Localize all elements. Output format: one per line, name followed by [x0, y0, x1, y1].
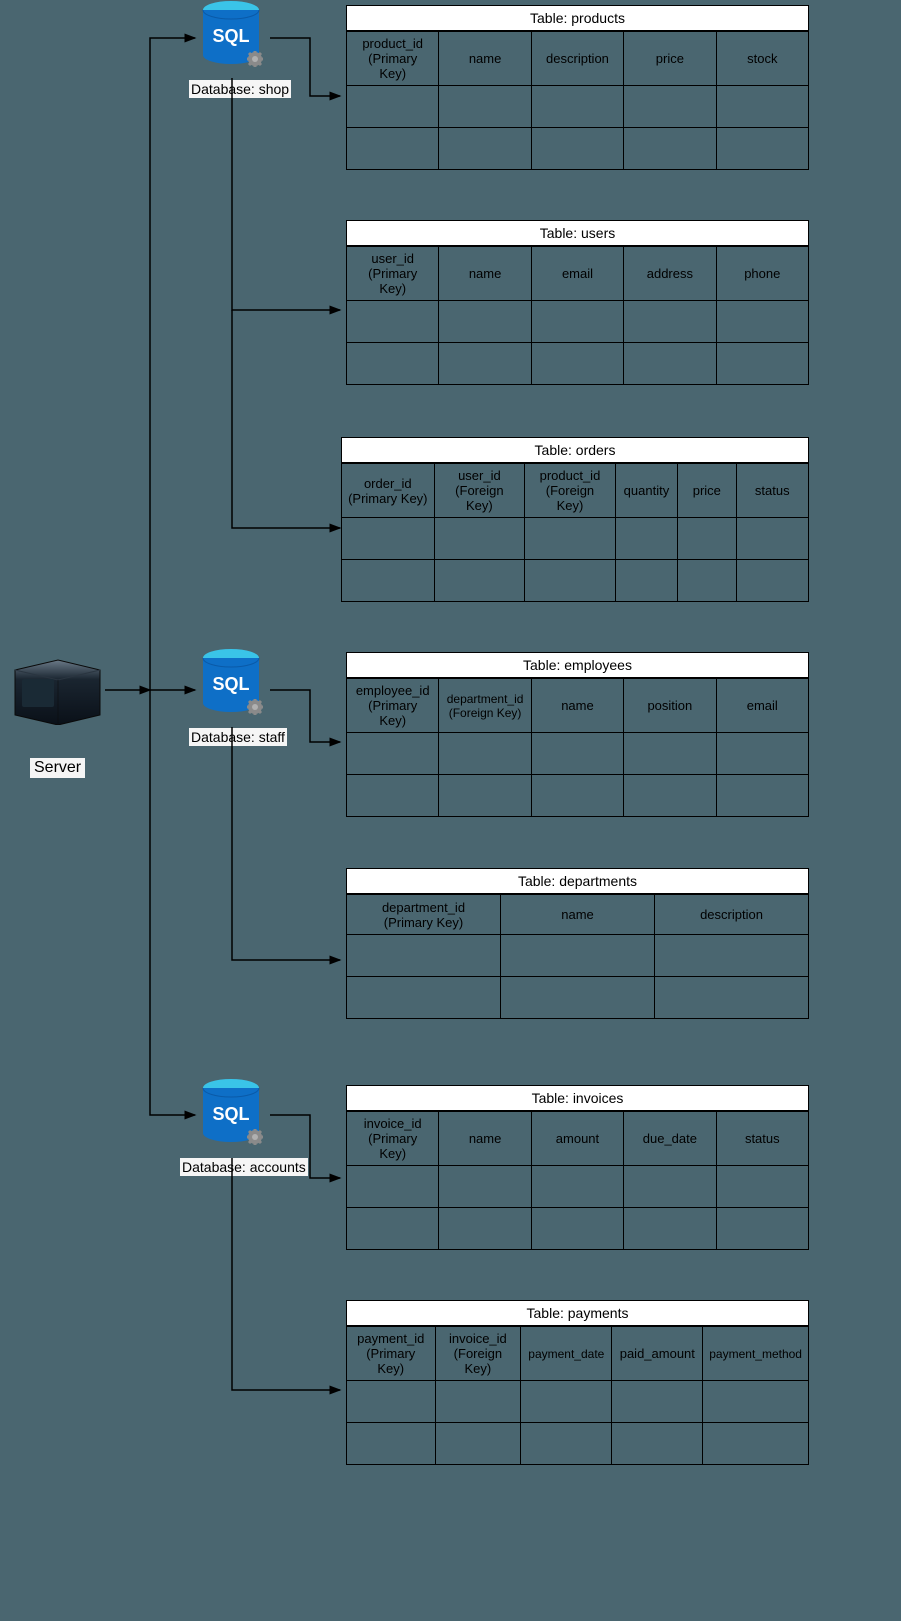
col-key: (Foreign Key) [454, 1346, 502, 1376]
col-key: (Primary Key) [348, 491, 427, 506]
col-header: price [624, 32, 716, 86]
col-header: name [439, 1112, 531, 1166]
col-header: payment_date [521, 1327, 612, 1381]
col-header: address [624, 247, 716, 301]
table-orders: Table: orders order_id(Primary Key) user… [341, 437, 809, 602]
col-header: status [736, 464, 808, 518]
table-title: Table: users [346, 220, 809, 246]
col-header: user_id [458, 468, 501, 483]
table-users: Table: users user_id(Primary Key) name e… [346, 220, 809, 385]
col-header: paid_amount [612, 1327, 703, 1381]
col-key: (Primary Key) [368, 51, 417, 81]
table-invoices: Table: invoices invoice_id(Primary Key) … [346, 1085, 809, 1250]
col-key: (Primary Key) [368, 1131, 417, 1161]
col-header: stock [716, 32, 808, 86]
col-header: product_id [540, 468, 601, 483]
col-header: name [439, 32, 531, 86]
database-accounts-label: Database: accounts [180, 1158, 308, 1176]
col-header: employee_id [356, 683, 430, 698]
col-key: (Foreign Key) [455, 483, 503, 513]
col-header: position [624, 679, 716, 733]
col-header: price [678, 464, 736, 518]
col-header: quantity [615, 464, 677, 518]
col-header: product_id [362, 36, 423, 51]
col-header: invoice_id [449, 1331, 507, 1346]
server-icon [10, 655, 105, 725]
col-header: order_id [364, 476, 412, 491]
database-staff-label: Database: staff [189, 728, 287, 746]
col-header: email [716, 679, 808, 733]
database-shop-label: Database: shop [189, 80, 291, 98]
col-header: status [716, 1112, 808, 1166]
table-title: Table: invoices [346, 1085, 809, 1111]
col-header: amount [531, 1112, 623, 1166]
database-staff-icon [198, 648, 268, 723]
table-title: Table: payments [346, 1300, 809, 1326]
col-key: (Primary Key) [384, 915, 463, 930]
table-departments: Table: departments department_id(Primary… [346, 868, 809, 1019]
table-employees: Table: employees employee_id(Primary Key… [346, 652, 809, 817]
database-accounts-icon [198, 1078, 268, 1153]
col-header: department_id [382, 900, 465, 915]
server-label: Server [30, 758, 85, 778]
table-title: Table: departments [346, 868, 809, 894]
col-key: (Foreign Key) [546, 483, 594, 513]
col-header: name [439, 247, 531, 301]
col-key: (Primary Key) [368, 266, 417, 296]
col-header: phone [716, 247, 808, 301]
table-title: Table: orders [341, 437, 809, 463]
table-payments: Table: payments payment_id(Primary Key) … [346, 1300, 809, 1465]
table-title: Table: employees [346, 652, 809, 678]
col-header: name [531, 679, 623, 733]
col-header: department_id [447, 692, 524, 706]
col-header: payment_method [703, 1327, 809, 1381]
col-header: name [501, 895, 655, 935]
col-header: description [531, 32, 623, 86]
col-header: payment_id [357, 1331, 424, 1346]
table-products: Table: products product_id(Primary Key) … [346, 5, 809, 170]
col-header: description [655, 895, 809, 935]
col-header: email [531, 247, 623, 301]
col-key: (Primary Key) [366, 1346, 415, 1376]
database-shop-icon [198, 0, 268, 75]
col-key: (Foreign Key) [449, 706, 522, 720]
table-title: Table: products [346, 5, 809, 31]
col-key: (Primary Key) [368, 698, 417, 728]
col-header: invoice_id [364, 1116, 422, 1131]
col-header: user_id [371, 251, 414, 266]
col-header: due_date [624, 1112, 716, 1166]
